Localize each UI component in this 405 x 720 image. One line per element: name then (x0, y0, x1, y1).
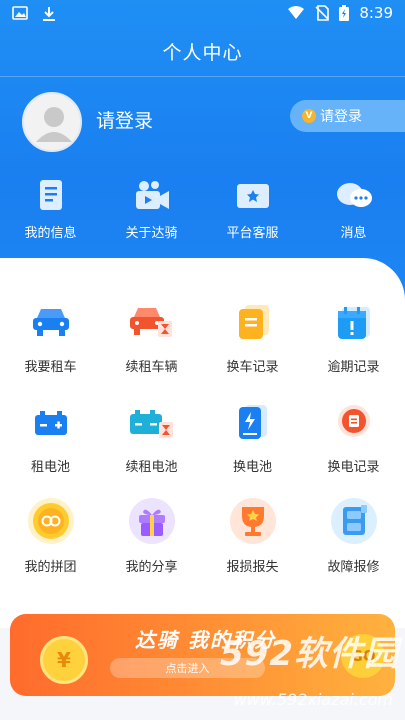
service-label: 换电池 (232, 460, 272, 475)
service-repair[interactable]: 故障报修 (303, 496, 404, 596)
services-grid: 我要租车 续租车辆 换车记录 逾期记录 租电池 续租电池 换电池 换电记录 我的… (0, 296, 405, 596)
service-label: 续租电池 (125, 460, 178, 475)
group-icon (27, 498, 74, 544)
vip-icon: V (302, 109, 316, 123)
service-label: 逾期记录 (327, 360, 380, 375)
car-renew-icon (129, 308, 172, 337)
page-title: 个人中心 (162, 42, 243, 64)
quick-label: 关于达骑 (125, 226, 178, 241)
login-button-label: 请登录 (320, 109, 362, 125)
coin-icon: ¥ (40, 636, 88, 684)
trophy-icon (229, 498, 276, 544)
quick-about[interactable]: 关于达骑 (101, 178, 202, 241)
quick-label: 我的信息 (24, 226, 77, 241)
battery-renew-icon (129, 410, 173, 438)
service-label: 我的分享 (125, 560, 178, 575)
service-rent-car[interactable]: 我要租车 (0, 296, 101, 396)
quick-my-info[interactable]: 我的信息 (0, 178, 101, 241)
avatar[interactable] (22, 92, 82, 152)
battery-swap-icon (238, 405, 267, 439)
quick-label: 平台客服 (226, 226, 279, 241)
gallery-icon (12, 6, 28, 20)
swap-record-icon (337, 405, 370, 437)
watermark: 592软件园 (220, 634, 399, 674)
status-bar: 8:39 (0, 0, 405, 28)
record-icon (238, 305, 269, 339)
service-label: 我的拼团 (24, 560, 77, 575)
header-divider (0, 76, 405, 77)
login-text[interactable]: 请登录 (96, 106, 153, 133)
battery-charging-icon (339, 5, 350, 21)
service-renew-battery[interactable]: 续租电池 (101, 396, 202, 496)
service-rent-battery[interactable]: 租电池 (0, 396, 101, 496)
service-swap-battery[interactable]: 换电池 (202, 396, 303, 496)
service-overdue-record[interactable]: 逾期记录 (303, 296, 404, 396)
service-label: 故障报修 (327, 560, 380, 575)
service-label: 续租车辆 (125, 360, 178, 375)
car-icon (32, 309, 69, 336)
status-time: 8:39 (359, 4, 393, 22)
no-sim-icon (315, 5, 330, 21)
quick-messages[interactable]: 消息 (303, 178, 404, 241)
service-car-record[interactable]: 换车记录 (202, 296, 303, 396)
watermark-url: www.592xiazai.com (233, 690, 393, 709)
service-label: 我要租车 (24, 360, 77, 375)
repair-icon (330, 498, 377, 544)
quick-actions: 我的信息 关于达骑 平台客服 消息 (0, 178, 405, 241)
quick-service[interactable]: 平台客服 (202, 178, 303, 241)
quick-label: 消息 (340, 226, 367, 241)
video-camera-icon (135, 181, 169, 209)
wifi-icon (288, 6, 305, 19)
service-my-share[interactable]: 我的分享 (101, 496, 202, 596)
chat-icon (336, 183, 372, 207)
service-renew-car[interactable]: 续租车辆 (101, 296, 202, 396)
download-icon (43, 7, 55, 21)
service-swap-record[interactable]: 换电记录 (303, 396, 404, 496)
calendar-alert-icon (337, 307, 370, 339)
ticket-icon (236, 184, 269, 208)
service-label: 租电池 (30, 460, 70, 475)
gift-icon (128, 498, 175, 544)
service-label: 换电记录 (327, 460, 380, 475)
login-button[interactable]: V 请登录 (290, 100, 405, 132)
battery-icon (34, 411, 67, 435)
service-label: 报损报失 (226, 560, 279, 575)
service-group-buy[interactable]: 我的拼团 (0, 496, 101, 596)
service-label: 换车记录 (226, 360, 279, 375)
document-icon (39, 180, 62, 210)
service-report-loss[interactable]: 报损报失 (202, 496, 303, 596)
